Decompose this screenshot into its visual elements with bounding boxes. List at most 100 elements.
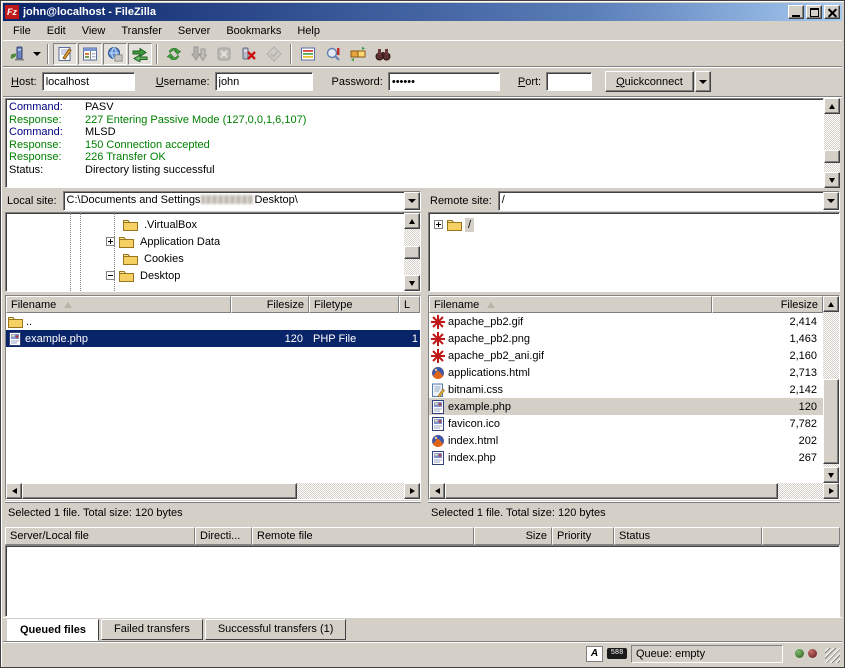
file-row[interactable]: applications.html 2,713: [429, 364, 823, 381]
scrollbar-thumb[interactable]: [22, 483, 297, 499]
ascii-data-type-icon[interactable]: A: [586, 646, 603, 662]
filezilla-app-icon[interactable]: Fz: [5, 5, 19, 19]
quickconnect-dropdown[interactable]: [695, 71, 711, 92]
local-site-combo[interactable]: C:\Documents and SettingsDesktop\: [63, 191, 421, 211]
column-header-direction[interactable]: Directi...: [195, 527, 252, 545]
scrollbar-thumb[interactable]: [824, 150, 840, 163]
scrollbar-track[interactable]: [824, 114, 840, 172]
tab-failed-transfers[interactable]: Failed transfers: [101, 619, 203, 640]
queue-list[interactable]: [5, 545, 840, 617]
reconnect-button[interactable]: [262, 43, 286, 65]
refresh-button[interactable]: [162, 43, 186, 65]
menu-edit[interactable]: Edit: [39, 22, 74, 40]
remote-site-combo[interactable]: /: [498, 191, 840, 211]
scroll-down-button[interactable]: [823, 467, 839, 483]
site-manager-dropdown[interactable]: [30, 43, 43, 65]
menu-view[interactable]: View: [74, 22, 114, 40]
scroll-left-button[interactable]: [429, 483, 445, 499]
tab-queued-files[interactable]: Queued files: [7, 619, 99, 641]
tree-item-desktop[interactable]: Desktop: [6, 267, 404, 284]
column-header-priority[interactable]: Priority: [552, 527, 614, 545]
minimize-button[interactable]: [788, 5, 804, 19]
remote-directory-tree[interactable]: /: [428, 212, 840, 292]
toggle-remote-tree-button[interactable]: [103, 43, 127, 65]
close-button[interactable]: [824, 5, 840, 19]
tree-item-cookies[interactable]: Cookies: [6, 250, 404, 267]
scrollbar-track[interactable]: [404, 229, 420, 275]
file-row[interactable]: apache_pb2_ani.gif 2,160: [429, 347, 823, 364]
file-row[interactable]: bitnami.css 2,142: [429, 381, 823, 398]
file-row-updir[interactable]: ..: [6, 313, 420, 330]
collapse-icon[interactable]: [106, 271, 115, 280]
column-header-lastmodified[interactable]: L: [399, 296, 420, 313]
maximize-button[interactable]: [806, 5, 822, 19]
expand-icon[interactable]: [434, 220, 443, 229]
column-header-remote-file[interactable]: Remote file: [252, 527, 474, 545]
local-site-dropdown[interactable]: [404, 192, 420, 210]
column-header-filename[interactable]: Filename: [429, 296, 712, 313]
file-row[interactable]: index.php 267: [429, 449, 823, 466]
column-header-filesize[interactable]: Filesize: [712, 296, 823, 313]
local-list-body[interactable]: .. example.php 120 PHP File 1: [6, 313, 420, 483]
scroll-left-button[interactable]: [6, 483, 22, 499]
disconnect-button[interactable]: [237, 43, 261, 65]
tree-item-virtualbox[interactable]: .VirtualBox: [6, 216, 404, 233]
filter-listings-button[interactable]: [296, 43, 320, 65]
scroll-up-button[interactable]: [404, 213, 420, 229]
remote-site-dropdown[interactable]: [823, 192, 839, 210]
scroll-up-button[interactable]: [823, 296, 839, 312]
toggle-message-log-button[interactable]: [53, 43, 77, 65]
pane-splitter[interactable]: [421, 212, 428, 292]
expand-icon[interactable]: [106, 237, 115, 246]
toggle-transfer-queue-button[interactable]: [128, 43, 152, 65]
process-queue-button[interactable]: [187, 43, 211, 65]
column-header-filename[interactable]: Filename: [6, 296, 231, 313]
username-input[interactable]: [215, 72, 313, 91]
file-row-selected[interactable]: example.php 120: [429, 398, 823, 415]
file-row[interactable]: favicon.ico 7,782: [429, 415, 823, 432]
local-directory-tree[interactable]: .VirtualBox Application Data Cookies: [5, 212, 421, 292]
password-input[interactable]: [388, 72, 500, 91]
file-row[interactable]: apache_pb2.gif 2,414: [429, 313, 823, 330]
menu-server[interactable]: Server: [170, 22, 218, 40]
file-row[interactable]: apache_pb2.png 1,463: [429, 330, 823, 347]
tree-item-application-data[interactable]: Application Data: [6, 233, 404, 250]
scroll-down-button[interactable]: [404, 275, 420, 291]
scrollbar-track[interactable]: [823, 312, 839, 467]
column-header-size[interactable]: Size: [474, 527, 552, 545]
scrollbar-thumb[interactable]: [404, 246, 420, 259]
title-bar[interactable]: Fz john@localhost - FileZilla: [3, 3, 842, 21]
port-input[interactable]: [546, 72, 592, 91]
menu-transfer[interactable]: Transfer: [113, 22, 170, 40]
synchronized-browsing-button[interactable]: [346, 43, 370, 65]
column-header-filetype[interactable]: Filetype: [309, 296, 399, 313]
remote-list-body[interactable]: apache_pb2.gif 2,414 apache_pb2.png 1,46…: [429, 313, 823, 483]
file-row[interactable]: index.html 202: [429, 432, 823, 449]
quickconnect-button[interactable]: Quickconnect: [605, 71, 694, 92]
speed-limits-icon[interactable]: 588: [607, 648, 627, 659]
scrollbar-track[interactable]: [445, 483, 823, 499]
scrollbar-thumb[interactable]: [823, 379, 839, 464]
cancel-operation-button[interactable]: [212, 43, 236, 65]
column-header-status[interactable]: Status: [614, 527, 762, 545]
file-row-selected[interactable]: example.php 120 PHP File 1: [6, 330, 420, 347]
column-header-empty[interactable]: [762, 527, 840, 545]
menu-file[interactable]: File: [5, 22, 39, 40]
site-manager-button[interactable]: [5, 43, 29, 65]
scroll-down-button[interactable]: [824, 172, 840, 188]
tree-item-root[interactable]: /: [429, 216, 839, 233]
find-files-button[interactable]: [371, 43, 395, 65]
pane-splitter[interactable]: [421, 295, 428, 500]
compare-directories-button[interactable]: [321, 43, 345, 65]
scroll-right-button[interactable]: [823, 483, 839, 499]
host-input[interactable]: [42, 72, 135, 91]
resize-grip[interactable]: [825, 648, 840, 663]
message-log[interactable]: Command:PASV Response:227 Entering Passi…: [5, 98, 824, 188]
column-header-server-local-file[interactable]: Server/Local file: [5, 527, 195, 545]
scrollbar-track[interactable]: [22, 483, 404, 499]
menu-help[interactable]: Help: [289, 22, 328, 40]
scrollbar-thumb[interactable]: [445, 483, 778, 499]
scroll-right-button[interactable]: [404, 483, 420, 499]
column-header-filesize[interactable]: Filesize: [231, 296, 309, 313]
toggle-directory-trees-button[interactable]: [78, 43, 102, 65]
